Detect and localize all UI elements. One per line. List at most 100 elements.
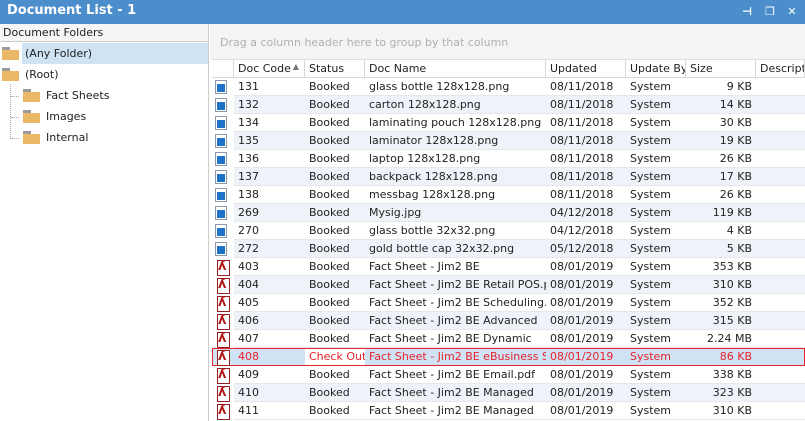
update-by-cell: System	[630, 404, 672, 417]
table-row[interactable]: 272 Booked gold bottle cap 32x32.png 05/…	[212, 240, 805, 258]
table-row[interactable]: ʎ 404 Booked Fact Sheet - Jim2 BE Retail…	[212, 276, 805, 294]
close-icon[interactable]: ✕	[785, 5, 799, 19]
folder-icon	[2, 47, 19, 60]
sort-ascending-icon: ▲	[292, 62, 299, 71]
doc-code-cell: 272	[238, 242, 259, 255]
image-file-icon	[215, 170, 227, 184]
table-row[interactable]: 270 Booked glass bottle 32x32.png 04/12/…	[212, 222, 805, 240]
updated-cell: 08/11/2018	[550, 152, 614, 165]
updated-cell: 08/01/2019	[550, 260, 614, 273]
header-doc-name[interactable]: Doc Name	[365, 60, 546, 77]
status-cell: Booked	[309, 80, 350, 93]
image-file-icon	[215, 116, 227, 130]
title-bar: Document List - 1 ⊣ ❐ ✕	[0, 0, 805, 24]
description-cell	[756, 96, 805, 114]
table-row[interactable]: ʎ 406 Booked Fact Sheet - Jim2 BE Advanc…	[212, 312, 805, 330]
description-cell	[756, 150, 805, 168]
doc-name-cell: gold bottle cap 32x32.png	[369, 242, 515, 255]
row-icon-cell: ʎ	[212, 348, 234, 366]
folder-icon	[2, 68, 19, 81]
status-cell: Booked	[309, 98, 350, 111]
folder-any[interactable]: (Any Folder)	[0, 43, 208, 64]
folder-fact-sheets[interactable]: Fact Sheets	[23, 85, 112, 106]
folder-icon	[23, 89, 40, 102]
doc-name-cell: Fact Sheet - Jim2 BE Managed	[369, 404, 534, 417]
pdf-file-icon: ʎ	[215, 314, 231, 330]
header-updated[interactable]: Updated	[546, 60, 626, 77]
table-row[interactable]: 134 Booked laminating pouch 128x128.png …	[212, 114, 805, 132]
size-cell: 323 KB	[712, 386, 752, 399]
folder-internal[interactable]: Internal	[23, 127, 91, 148]
folder-panel: Document Folders (Any Folder) (Root) Fac…	[0, 24, 209, 421]
row-icon-cell	[212, 168, 234, 186]
folder-root[interactable]: (Root)	[2, 64, 62, 85]
column-headers: Doc Code ▲ Status Doc Name Updated Update…	[212, 59, 805, 78]
updated-cell: 08/01/2019	[550, 368, 614, 381]
table-row[interactable]: 137 Booked backpack 128x128.png 08/11/20…	[212, 168, 805, 186]
updated-cell: 05/12/2018	[550, 242, 614, 255]
update-by-cell: System	[630, 224, 672, 237]
image-file-icon	[215, 152, 227, 166]
size-cell: 119 KB	[712, 206, 752, 219]
doc-name-cell: carton 128x128.png	[369, 98, 481, 111]
updated-cell: 08/01/2019	[550, 404, 614, 417]
header-description[interactable]: Description	[756, 60, 805, 77]
table-row[interactable]: ʎ 411 Booked Fact Sheet - Jim2 BE Manage…	[212, 402, 805, 420]
size-cell: 2.24 MB	[706, 332, 752, 345]
header-doc-code[interactable]: Doc Code ▲	[234, 60, 305, 77]
doc-code-cell: 137	[238, 170, 259, 183]
doc-name-cell: Fact Sheet - Jim2 BE Retail POS.pdf	[369, 278, 546, 291]
update-by-cell: System	[630, 206, 672, 219]
doc-name-cell: messbag 128x128.png	[369, 188, 496, 201]
doc-code-cell: 131	[238, 80, 259, 93]
status-cell: Check Out	[305, 348, 365, 366]
updated-cell: 08/11/2018	[550, 170, 614, 183]
table-row[interactable]: 138 Booked messbag 128x128.png 08/11/201…	[212, 186, 805, 204]
table-row[interactable]: ʎ 403 Booked Fact Sheet - Jim2 BE 08/01/…	[212, 258, 805, 276]
doc-code-cell: 132	[238, 98, 259, 111]
table-row[interactable]: ʎ 410 Booked Fact Sheet - Jim2 BE Manage…	[212, 384, 805, 402]
group-by-panel[interactable]: Drag a column header here to group by th…	[210, 24, 805, 59]
table-row[interactable]: 131 Booked glass bottle 128x128.png 08/1…	[212, 78, 805, 96]
status-cell: Booked	[309, 170, 350, 183]
folder-images[interactable]: Images	[23, 106, 89, 127]
image-file-icon	[215, 242, 227, 256]
table-row[interactable]: ʎ 409 Booked Fact Sheet - Jim2 BE Email.…	[212, 366, 805, 384]
restore-icon[interactable]: ❐	[763, 5, 777, 19]
description-cell	[756, 258, 805, 276]
table-row[interactable]: 269 Booked Mysig.jpg 04/12/2018 System 1…	[212, 204, 805, 222]
table-row[interactable]: 136 Booked laptop 128x128.png 08/11/2018…	[212, 150, 805, 168]
table-row[interactable]: 132 Booked carton 128x128.png 08/11/2018…	[212, 96, 805, 114]
row-icon-cell	[212, 132, 234, 150]
header-update-by[interactable]: Update By	[626, 60, 686, 77]
doc-name-cell: backpack 128x128.png	[369, 170, 498, 183]
doc-code-cell: 409	[238, 368, 259, 381]
image-file-icon	[215, 224, 227, 238]
updated-cell: 04/12/2018	[550, 206, 614, 219]
table-row[interactable]: ʎ 408 Check Out Fact Sheet - Jim2 BE eBu…	[212, 348, 805, 366]
row-icon-cell	[212, 150, 234, 168]
updated-cell: 08/11/2018	[550, 98, 614, 111]
status-cell: Booked	[309, 206, 350, 219]
doc-name-cell: laminating pouch 128x128.png	[369, 116, 542, 129]
row-icon-cell	[212, 96, 234, 114]
header-size[interactable]: Size	[686, 60, 756, 77]
table-row[interactable]: ʎ 407 Booked Fact Sheet - Jim2 BE Dynami…	[212, 330, 805, 348]
doc-code-cell: 408	[238, 350, 259, 363]
header-status[interactable]: Status	[305, 60, 365, 77]
table-row[interactable]: ʎ 405 Booked Fact Sheet - Jim2 BE Schedu…	[212, 294, 805, 312]
update-by-cell: System	[630, 188, 672, 201]
update-by-cell: System	[630, 116, 672, 129]
image-file-icon	[215, 134, 227, 148]
description-cell	[756, 276, 805, 294]
size-cell: 14 KB	[719, 98, 752, 111]
table-row[interactable]: 135 Booked laminator 128x128.png 08/11/2…	[212, 132, 805, 150]
image-file-icon	[215, 188, 227, 202]
doc-code-cell: 270	[238, 224, 259, 237]
row-icon-cell: ʎ	[212, 312, 234, 330]
doc-name-cell: glass bottle 128x128.png	[369, 80, 510, 93]
status-cell: Booked	[309, 152, 350, 165]
pdf-file-icon: ʎ	[215, 404, 231, 420]
pin-icon[interactable]: ⊣	[740, 5, 754, 19]
size-cell: 30 KB	[719, 116, 752, 129]
